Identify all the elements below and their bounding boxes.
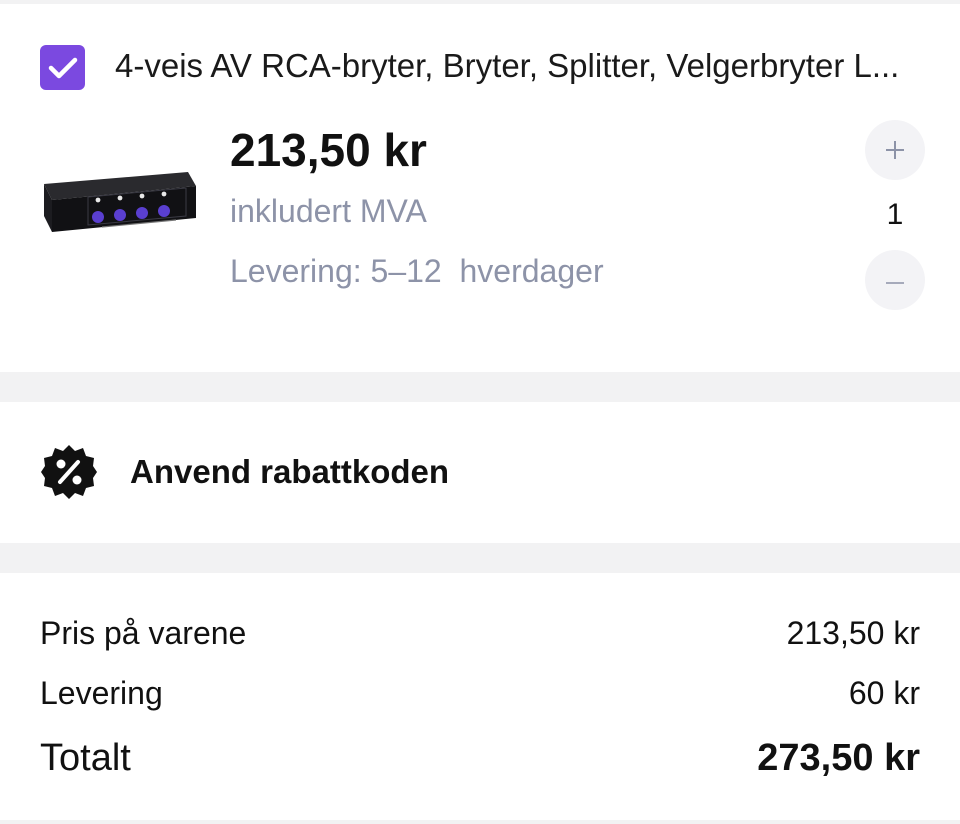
quantity-decrease-button[interactable] — [865, 250, 925, 310]
quantity-increase-button[interactable] — [865, 120, 925, 180]
section-separator — [0, 543, 960, 573]
delivery-time: Levering: 5–12 hverdager — [230, 253, 604, 289]
summary-delivery-row: Levering 60 kr — [40, 671, 920, 715]
items-price-label: Pris på varene — [40, 614, 247, 651]
apply-discount-code-row[interactable]: Anvend rabattkoden — [0, 402, 960, 543]
delivery-cost-label: Levering — [40, 674, 163, 711]
product-image[interactable] — [38, 164, 200, 239]
vat-note: inkludert MVA — [230, 193, 427, 229]
delivery-cost-value: 60 kr — [848, 674, 920, 711]
product-price: 213,50 kr — [230, 124, 427, 176]
cart-item: 4-veis AV RCA-bryter, Bryter, Splitter, … — [0, 4, 960, 372]
order-summary: Pris på varene 213,50 kr Levering 60 kr … — [0, 573, 960, 820]
product-title[interactable]: 4-veis AV RCA-bryter, Bryter, Splitter, … — [115, 44, 925, 88]
apply-discount-code-label[interactable]: Anvend rabattkoden — [130, 450, 449, 494]
total-label: Totalt — [40, 736, 131, 779]
minus-icon — [886, 282, 904, 284]
summary-total-row: Totalt 273,50 kr — [40, 733, 920, 783]
item-select-checkbox[interactable] — [40, 45, 85, 90]
summary-items-row: Pris på varene 213,50 kr — [40, 611, 920, 655]
bottom-divider — [0, 820, 960, 824]
plus-icon — [886, 141, 904, 159]
section-separator — [0, 372, 960, 402]
items-price-value: 213,50 kr — [786, 614, 920, 651]
discount-badge-icon — [40, 443, 98, 501]
total-value: 273,50 kr — [757, 736, 920, 779]
checkmark-icon — [48, 57, 77, 78]
quantity-value: 1 — [886, 198, 904, 231]
